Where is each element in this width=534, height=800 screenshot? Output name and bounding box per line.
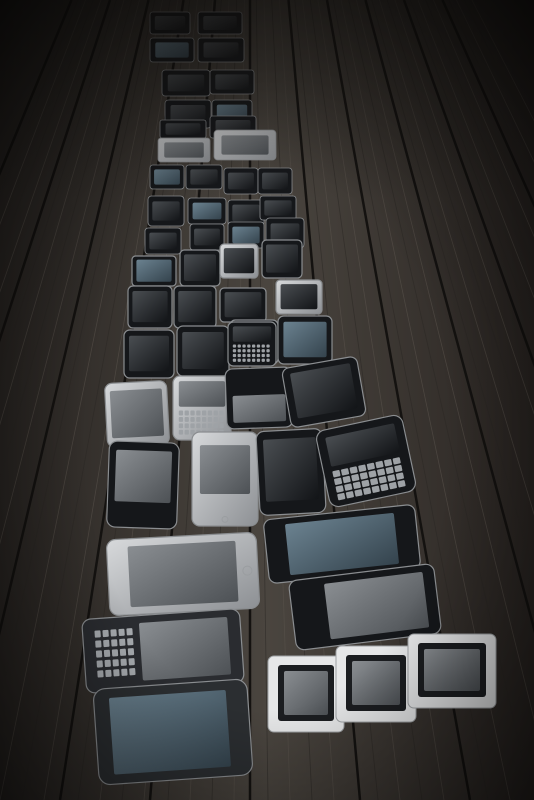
photo-scene: [0, 0, 534, 800]
vignette: [0, 0, 534, 800]
phones-on-deck-photo: [0, 0, 534, 800]
